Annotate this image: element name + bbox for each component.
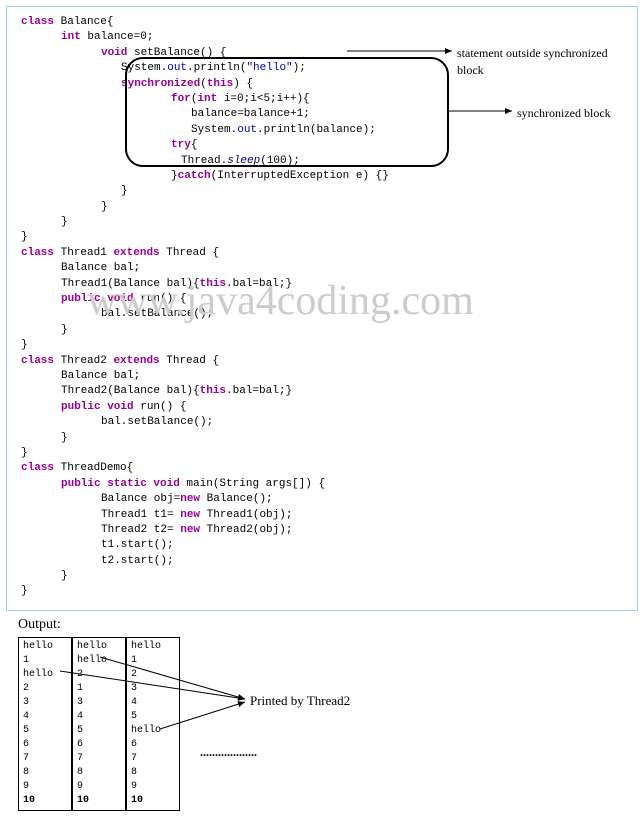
output-cell: 9	[23, 780, 67, 794]
output-cell: hello	[131, 724, 175, 738]
code-line: Thread1(Balance bal){this.bal=bal;}	[21, 277, 637, 292]
code-line: Balance obj=new Balance();	[21, 492, 637, 507]
output-cell: 9	[131, 780, 175, 794]
code-line: Thread2 t2= new Thread2(obj);	[21, 523, 637, 538]
output-cell: 1	[77, 682, 121, 696]
output-cell: 4	[131, 696, 175, 710]
output-cell: 1	[131, 654, 175, 668]
output-cell: 7	[77, 752, 121, 766]
code-line: }	[21, 200, 637, 215]
code-line: }catch(InterruptedException e) {}	[21, 169, 637, 184]
code-line: synchronized(this) {	[21, 77, 637, 92]
output-cell: 6	[77, 738, 121, 752]
code-line: }	[21, 184, 637, 199]
output-cell: 7	[23, 752, 67, 766]
output-cell: 2	[23, 682, 67, 696]
code-line: Thread.sleep(100);	[21, 154, 637, 169]
code-line: class Balance{	[21, 15, 637, 30]
code-line: }	[21, 338, 637, 353]
output-cell: hello	[23, 668, 67, 682]
output-cell: hello	[77, 640, 121, 654]
code-line: try{	[21, 138, 637, 153]
output-cell: hello	[23, 640, 67, 654]
code-line: bal.setBalance();	[21, 415, 637, 430]
annotation-sync-block: synchronized block	[517, 105, 611, 122]
output-cell: hello	[131, 640, 175, 654]
code-line: public void run() {	[21, 292, 637, 307]
code-line: Thread1 t1= new Thread1(obj);	[21, 508, 637, 523]
output-col-2: hellohello21345678910	[72, 637, 126, 811]
output-cell: 1	[23, 654, 67, 668]
output-cell: 8	[131, 766, 175, 780]
annotation-dots: ...................	[200, 745, 257, 760]
output-col-3: hello12345hello678910	[126, 637, 180, 811]
output-cell: 3	[131, 682, 175, 696]
output-cell: 4	[23, 710, 67, 724]
output-cell: 8	[23, 766, 67, 780]
code-line: }	[21, 215, 637, 230]
annotation-outside-block: statement outside synchronized block	[457, 45, 637, 79]
output-columns: hello1hello2345678910 hellohello21345678…	[18, 637, 644, 811]
code-line: }	[21, 446, 637, 461]
output-cell: 10	[23, 794, 67, 808]
code-line: Thread2(Balance bal){this.bal=bal;}	[21, 384, 637, 399]
output-cell: 10	[131, 794, 175, 808]
output-cell: 9	[77, 780, 121, 794]
output-cell: 3	[23, 696, 67, 710]
output-cell: 5	[23, 724, 67, 738]
output-cell: 2	[77, 668, 121, 682]
output-cell: 5	[77, 724, 121, 738]
code-line: }	[21, 323, 637, 338]
code-line: int balance=0;	[21, 30, 637, 45]
code-line: public void run() {	[21, 400, 637, 415]
code-line: class Thread1 extends Thread {	[21, 246, 637, 261]
code-line: t1.start();	[21, 538, 637, 553]
code-line: public static void main(String args[]) {	[21, 477, 637, 492]
code-line: Balance bal;	[21, 369, 637, 384]
output-cell: 6	[23, 738, 67, 752]
output-label: Output:	[18, 617, 644, 633]
code-line: Balance bal;	[21, 261, 637, 276]
code-line: System.out.println(balance);	[21, 123, 637, 138]
annotation-printed-by: Printed by Thread2	[250, 693, 350, 709]
output-cell: 6	[131, 738, 175, 752]
output-cell: 2	[131, 668, 175, 682]
output-col-1: hello1hello2345678910	[18, 637, 72, 811]
code-line: t2.start();	[21, 554, 637, 569]
code-line: class ThreadDemo{	[21, 461, 637, 476]
output-cell: 5	[131, 710, 175, 724]
output-cell: hello	[77, 654, 121, 668]
output-cell: 3	[77, 696, 121, 710]
output-cell: 7	[131, 752, 175, 766]
output-cell: 8	[77, 766, 121, 780]
code-panel: www.java4coding.com statement outside sy…	[6, 6, 638, 611]
output-cell: 4	[77, 710, 121, 724]
code-line: class Thread2 extends Thread {	[21, 354, 637, 369]
code-line: }	[21, 431, 637, 446]
code-line: }	[21, 569, 637, 584]
code-line: bal.setBalance();	[21, 307, 637, 322]
code-line: }	[21, 230, 637, 245]
output-cell: 10	[77, 794, 121, 808]
code-line: }	[21, 584, 637, 599]
